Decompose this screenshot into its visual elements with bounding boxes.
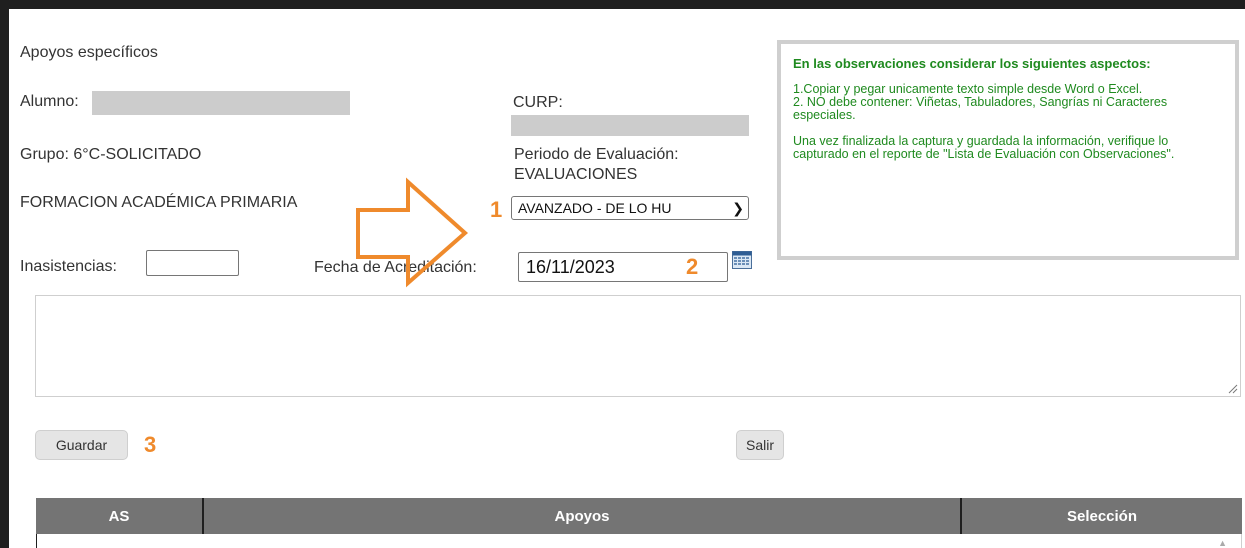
salir-button[interactable]: Salir xyxy=(736,430,784,460)
annotation-step-2: 2 xyxy=(686,254,699,279)
chevron-down-icon: ❯ xyxy=(732,200,744,216)
fecha-label: Fecha de Acreditación: xyxy=(314,259,477,276)
resize-grip-icon[interactable] xyxy=(1228,384,1238,394)
formacion-text: FORMACION ACADÉMICA PRIMARIA xyxy=(20,194,298,211)
annotation-step-1: 1 xyxy=(490,197,503,222)
fecha-input-value: 16/11/2023 xyxy=(526,257,615,277)
calendar-icon[interactable] xyxy=(732,251,752,269)
inasistencias-input[interactable] xyxy=(146,250,239,276)
scroll-up-icon[interactable]: ▲ xyxy=(1218,538,1227,548)
column-header-seleccion: Selección xyxy=(1066,507,1138,525)
observaciones-item-2: 2. NO debe contener: Viñetas, Tabuladore… xyxy=(793,95,1168,122)
window-frame-top xyxy=(0,0,1245,9)
annotation-step-3: 3 xyxy=(144,432,157,457)
alumno-redacted-value xyxy=(92,91,350,115)
nivel-select-value: AVANZADO - DE LO HU xyxy=(518,200,672,216)
periodo-value: EVALUACIONES xyxy=(514,166,638,183)
observaciones-instructions: En las observaciones considerar los sigu… xyxy=(777,40,1239,260)
window-frame-left xyxy=(0,0,9,548)
observaciones-textarea[interactable] xyxy=(35,295,1241,397)
section-title: Apoyos específicos xyxy=(20,44,158,61)
apoyos-table-header: AS Apoyos Selección xyxy=(36,498,1242,534)
grupo-text: Grupo: 6°C-SOLICITADO xyxy=(20,146,202,163)
alumno-label: Alumno: xyxy=(20,93,79,110)
curp-label: CURP: xyxy=(513,94,563,111)
inasistencias-label: Inasistencias: xyxy=(20,258,117,275)
periodo-label: Periodo de Evaluación: xyxy=(514,146,679,163)
column-header-as: AS xyxy=(36,498,204,534)
curp-redacted-value xyxy=(511,115,749,136)
nivel-select[interactable]: AVANZADO - DE LO HU ❯ xyxy=(511,196,749,220)
observaciones-title: En las observaciones considerar los sigu… xyxy=(793,56,1151,71)
apoyos-table-body[interactable]: ▲ xyxy=(36,534,1242,548)
observaciones-note: Una vez finalizada la captura y guardada… xyxy=(793,134,1175,161)
column-header-apoyos: Apoyos xyxy=(204,498,962,534)
guardar-button[interactable]: Guardar xyxy=(35,430,128,460)
